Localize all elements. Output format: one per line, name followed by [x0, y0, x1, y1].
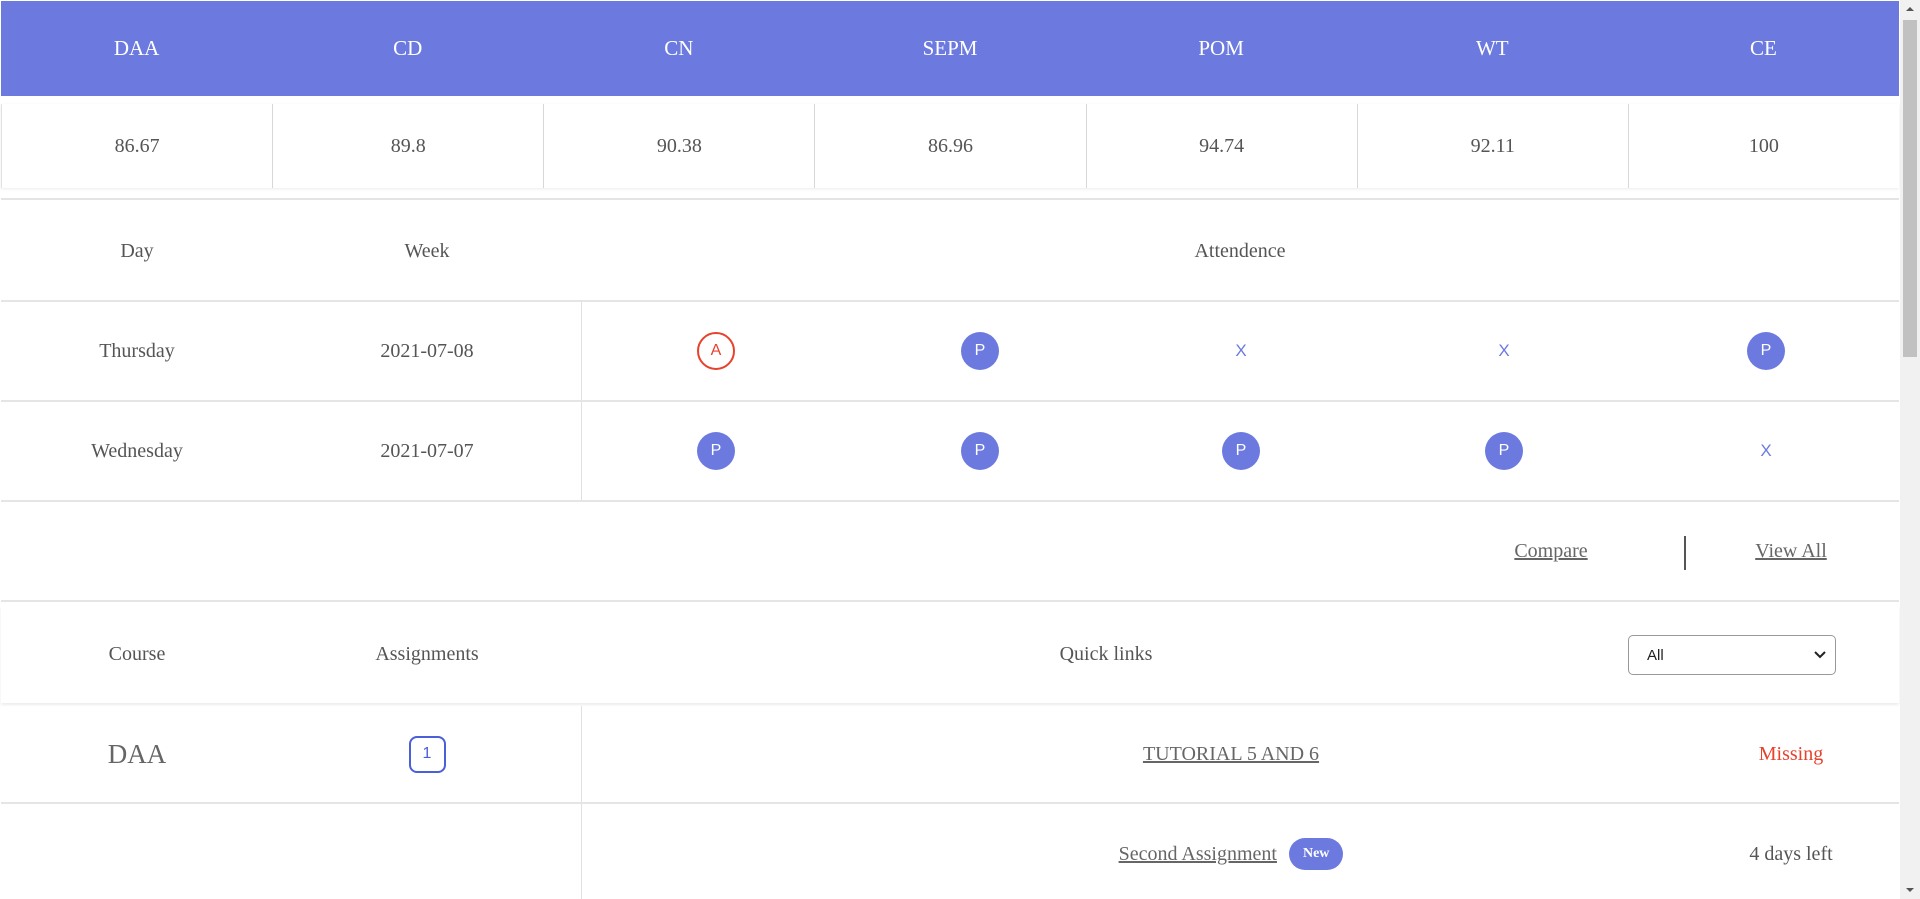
present-badge: P	[1222, 432, 1260, 470]
attendance-week: 2021-07-08	[380, 339, 474, 362]
present-badge: P	[961, 432, 999, 470]
assignment-title-link[interactable]: TUTORIAL 5 AND 6	[1143, 743, 1319, 766]
column-divider	[581, 804, 582, 899]
subject-header-ce: CE	[1749, 36, 1777, 60]
score-cd: 89.8	[272, 104, 543, 188]
assignment-link[interactable]: Second Assignment New	[1011, 804, 1451, 899]
attendance-mark: X	[1701, 402, 1831, 500]
assignment-count-badge[interactable]: 1	[408, 735, 446, 773]
column-divider	[581, 402, 582, 500]
new-badge: New	[1288, 838, 1344, 870]
attendance-mark: P	[915, 402, 1045, 500]
present-badge: P	[697, 432, 735, 470]
score-ce: 100	[1627, 104, 1899, 188]
scrollbar-thumb[interactable]	[1903, 20, 1917, 357]
present-badge: P	[1485, 432, 1523, 470]
subject-header-cd: CD	[393, 36, 423, 60]
subject-scores-row: 86.67 89.8 90.38 86.96 94.74 92.11 100	[1, 104, 1899, 188]
attendance-week: 2021-07-07	[380, 439, 474, 462]
section-divider	[1, 198, 1899, 200]
absent-badge: A	[697, 332, 735, 370]
assignment-row: Second Assignment New 4 days left	[1, 804, 1899, 899]
attendance-mark: P	[915, 302, 1045, 400]
attendance-mark: P	[1439, 402, 1569, 500]
attendance-mark: P	[1176, 402, 1306, 500]
compare-link-label[interactable]: Compare	[1514, 540, 1587, 563]
subject-header-row: DAA CD CN SEPM POM WT CE	[1, 1, 1899, 96]
attendance-mark: P	[1701, 302, 1831, 400]
subject-header-daa: DAA	[113, 36, 160, 60]
days-left-status: 4 days left	[1749, 842, 1833, 865]
view-all-link[interactable]: View All	[1731, 502, 1851, 600]
vertical-scrollbar[interactable]	[1900, 0, 1920, 899]
assignment-status: 4 days left	[1721, 804, 1861, 899]
assignment-status: Missing	[1731, 706, 1851, 802]
score-pom: 94.74	[1085, 104, 1357, 188]
view-all-link-label[interactable]: View All	[1755, 540, 1827, 563]
attendance-mark: X	[1439, 302, 1569, 400]
attendance-header: Attendence	[1194, 240, 1286, 262]
quick-links-header: Quick links	[1059, 643, 1153, 665]
assignment-link[interactable]: TUTORIAL 5 AND 6	[1031, 706, 1431, 802]
attendance-row: Wednesday 2021-07-07 P P P P X	[1, 402, 1899, 502]
assignments-header: Assignments	[375, 643, 479, 665]
assignment-filter-select[interactable]: All	[1628, 635, 1836, 675]
assignments-header-row: Course Assignments Quick links All	[1, 606, 1899, 703]
attendance-mark: A	[651, 302, 781, 400]
attendance-day: Wednesday	[91, 439, 183, 462]
present-badge: P	[1747, 332, 1785, 370]
score-daa: 86.67	[1, 104, 272, 188]
attendance-actions-row: Compare View All	[1, 502, 1899, 602]
subject-header-cn: CN	[664, 36, 694, 60]
present-badge: P	[961, 332, 999, 370]
column-divider	[581, 706, 582, 802]
attendance-row: Thursday 2021-07-08 A P X X P	[1, 302, 1899, 402]
scroll-down-icon[interactable]	[1905, 885, 1915, 895]
compare-link[interactable]: Compare	[1491, 502, 1611, 600]
attendance-mark: X	[1176, 302, 1306, 400]
course-header: Course	[108, 643, 166, 665]
chevron-down-icon	[1814, 651, 1826, 659]
no-class-mark: X	[1760, 441, 1772, 460]
missing-status: Missing	[1758, 742, 1824, 765]
assignment-count[interactable]: 1	[273, 706, 581, 802]
assignment-row: DAA 1 TUTORIAL 5 AND 6 Missing	[1, 706, 1899, 804]
assignment-filter-value: All	[1647, 646, 1664, 664]
no-class-mark: X	[1498, 341, 1510, 360]
column-divider	[581, 302, 582, 400]
subject-header-sepm: SEPM	[922, 36, 978, 60]
attendance-week-header: Week	[404, 240, 450, 262]
assignment-title-link[interactable]: Second Assignment	[1119, 843, 1277, 866]
page: DAA CD CN SEPM POM WT CE 86.67 89.8 90.3…	[0, 0, 1900, 899]
no-class-mark: X	[1235, 341, 1247, 360]
subject-header-pom: POM	[1198, 36, 1244, 60]
subject-header-wt: WT	[1475, 36, 1509, 60]
attendance-mark: P	[651, 402, 781, 500]
assignment-course: DAA	[107, 738, 167, 769]
score-sepm: 86.96	[814, 104, 1085, 188]
attendance-day: Thursday	[99, 339, 175, 362]
scroll-up-icon[interactable]	[1905, 4, 1915, 14]
attendance-header-row: Day Week Attendence	[1, 203, 1899, 302]
attendance-day-header: Day	[120, 240, 154, 262]
actions-divider	[1684, 536, 1686, 570]
score-wt: 92.11	[1356, 104, 1628, 188]
score-cn: 90.38	[543, 104, 814, 188]
